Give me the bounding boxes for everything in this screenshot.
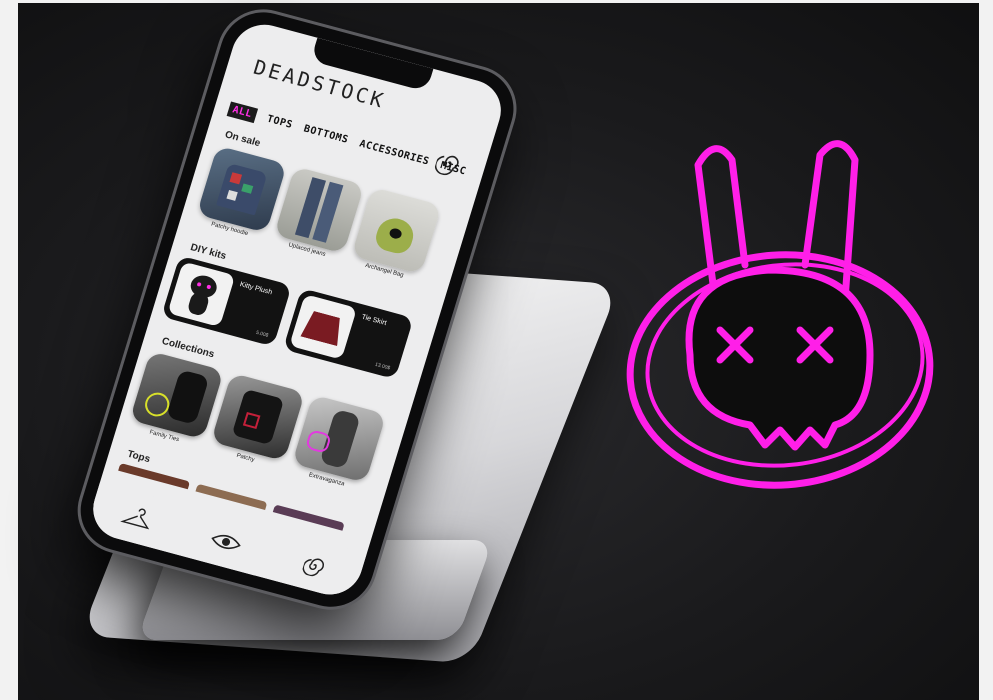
product-image [273,166,365,254]
page-border-right [979,0,993,700]
page-border-top [0,0,993,3]
diy-kit-name: Tie Skirt [360,313,388,327]
tab-tops[interactable]: TOPS [265,114,293,131]
collection-card[interactable]: Patchy [208,372,306,471]
diy-kit-price: 5.00$ [255,329,269,339]
collection-image [291,394,387,484]
collection-image [210,372,306,462]
tab-bottoms[interactable]: BOTTOMS [302,124,349,146]
bunny-skull-logo [626,140,934,489]
collection-image [129,351,225,440]
collection-card[interactable]: Extravaganza [289,394,387,493]
section-title-on-sale: On sale [223,129,262,150]
page-border-left [0,0,18,700]
diy-kit-image [289,294,358,360]
hanger-icon[interactable] [116,497,159,538]
top-item-thumb[interactable] [118,462,191,490]
swirl-icon[interactable] [294,545,337,586]
product-card[interactable]: Patchy hoodie [192,145,288,247]
diy-kit-price: 13.00$ [374,361,391,372]
top-item-thumb[interactable] [272,504,345,531]
diy-kit-name: Kitty Plush [238,281,273,297]
product-image [351,186,442,275]
collection-card[interactable]: Family Ties [127,351,225,449]
top-item-thumb[interactable] [195,483,268,510]
diy-kit-image [167,261,236,328]
product-image [196,145,288,233]
diy-kit-card[interactable]: Kitty Plush 5.00$ [161,255,292,347]
on-sale-row: Patchy hoodie Uplaced jeans Archangel Ba… [192,145,442,288]
section-title-tops: Tops [125,448,152,466]
diy-kit-card[interactable]: Tie Skirt 13.00$ [282,288,414,380]
tab-accessories[interactable]: ACCESSORIES [358,138,431,167]
collections-row: Family Ties Patchy Extravaganza [127,351,387,493]
product-card[interactable]: Uplaced jeans [269,166,365,268]
tab-all[interactable]: ALL [226,101,258,123]
product-card[interactable]: Archangel Bag [347,186,442,289]
eye-icon[interactable] [205,521,248,562]
